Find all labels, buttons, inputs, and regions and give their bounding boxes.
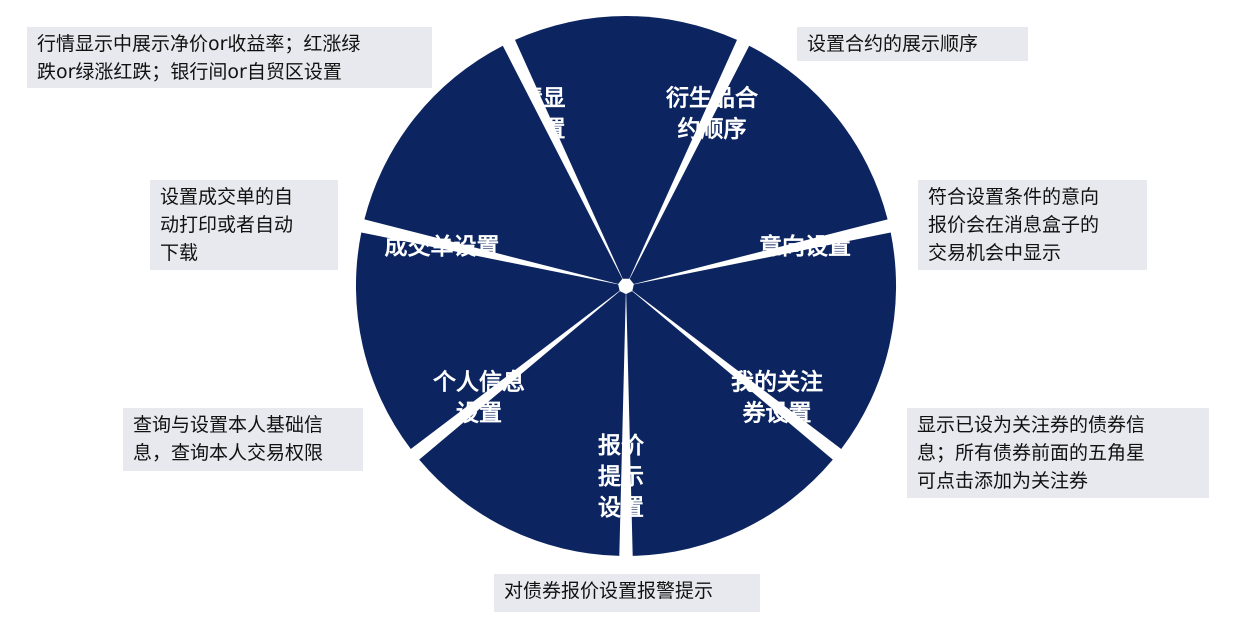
note-derivative-order: 设置合约的展示顺序 bbox=[797, 27, 1028, 61]
note-intention: 符合设置条件的意向 报价会在消息盒子的 交易机会中显示 bbox=[918, 180, 1147, 270]
note-trade-ticket: 设置成交单的自 动打印或者自动 下载 bbox=[150, 180, 338, 270]
label-intention: 意向设置 bbox=[759, 233, 851, 260]
note-personal-info: 查询与设置本人基础信 息，查询本人交易权限 bbox=[123, 408, 363, 471]
note-market-display: 行情显示中展示净价or收益率；红涨绿 跌or绿涨红跌；银行间or自贸区设置 bbox=[27, 27, 432, 88]
label-quote-alert: 报价提示设置 bbox=[598, 433, 645, 521]
settings-wheel: 行情显示设置衍生品合约顺序意向设置我的关注券设置报价提示设置个人信息设置成交单设… bbox=[355, 16, 897, 556]
note-quote-alert: 对债券报价设置报警提示 bbox=[494, 574, 760, 612]
label-trade-ticket: 成交单设置 bbox=[385, 233, 500, 260]
note-watchlist: 显示已设为关注券的债券信 息；所有债券前面的五角星 可点击添加为关注券 bbox=[907, 408, 1209, 498]
